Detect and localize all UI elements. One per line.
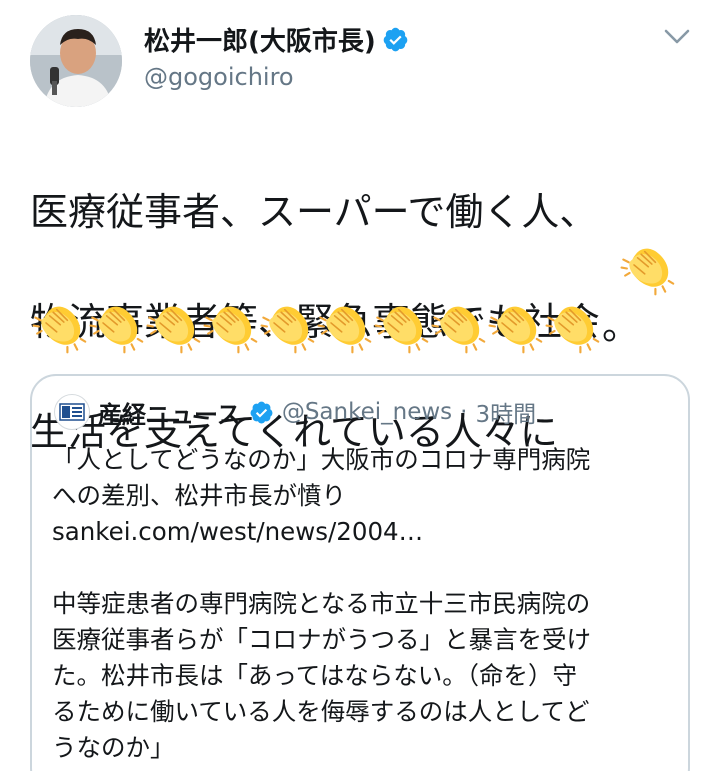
clapping-hands-icon xyxy=(429,298,486,355)
tweet-line: 医療従事者、スーパーで働く人、 xyxy=(30,190,598,234)
tweet-card: 松井一郎(大阪市長) @gogoichiro 医療従事者、スーパーで働く人、 物… xyxy=(0,0,720,771)
chevron-down-icon[interactable] xyxy=(662,26,692,48)
clapping-hands-icon xyxy=(315,298,372,355)
quote-author-name[interactable]: 産経ニュース xyxy=(98,395,241,430)
clapping-hands-icon xyxy=(30,298,87,355)
name-row: 松井一郎(大阪市長) xyxy=(144,21,409,58)
quote-body-line: た。松井市長は「あってはならない。（命を）守 xyxy=(52,661,578,690)
avatar[interactable] xyxy=(30,15,122,107)
author-handle[interactable]: @gogoichiro xyxy=(144,63,409,91)
quote-timestamp[interactable]: 3時間 xyxy=(475,395,536,429)
separator-dot: · xyxy=(460,399,468,425)
author-block: 松井一郎(大阪市長) @gogoichiro xyxy=(144,22,409,91)
quoted-tweet[interactable]: 産経ニュース @Sankei_news · 3時間 「人としてどうなのか」大阪市… xyxy=(30,374,690,771)
sankei-logo-icon xyxy=(54,394,90,430)
quote-body-line: 中等症患者の専門病院となる市立十三市民病院の xyxy=(52,589,591,618)
tweet-ending: 。 xyxy=(602,304,641,348)
clapping-hands-icon xyxy=(543,298,600,355)
verified-badge-icon xyxy=(250,401,273,423)
quote-link[interactable]: sankei.com/west/news/2004… xyxy=(52,514,677,550)
profile-photo-icon xyxy=(30,15,122,107)
display-name[interactable]: 松井一郎(大阪市長) xyxy=(144,21,376,58)
clapping-hands-icon xyxy=(618,240,675,297)
quote-headline-line: への差別、松井市長が憤り xyxy=(52,481,346,510)
clapping-hands-icon xyxy=(258,298,315,355)
quote-body-line: 医療従事者らが「コロナがうつる」と暴言を受け xyxy=(52,625,591,654)
clapping-hands-icon xyxy=(144,298,201,355)
verified-badge-icon xyxy=(383,27,408,51)
quote-author-handle[interactable]: @Sankei_news xyxy=(282,399,452,425)
clapping-hands-icon xyxy=(372,298,429,355)
quote-body-line: るために働いている人を侮辱するのは人としてど xyxy=(52,697,590,726)
clapping-hands-icon xyxy=(486,298,543,355)
quote-header: 産経ニュース @Sankei_news · 3時間 xyxy=(54,394,536,430)
quote-body: 「人としてどうなのか」大阪市のコロナ専門病院 への差別、松井市長が憤り sank… xyxy=(52,442,677,766)
clapping-hands-icon xyxy=(87,298,144,355)
quote-body-line: うなのか」 xyxy=(52,733,175,762)
clapping-hands-icon xyxy=(201,298,258,355)
quote-headline-line: 「人としてどうなのか」大阪市のコロナ専門病院 xyxy=(52,445,591,474)
